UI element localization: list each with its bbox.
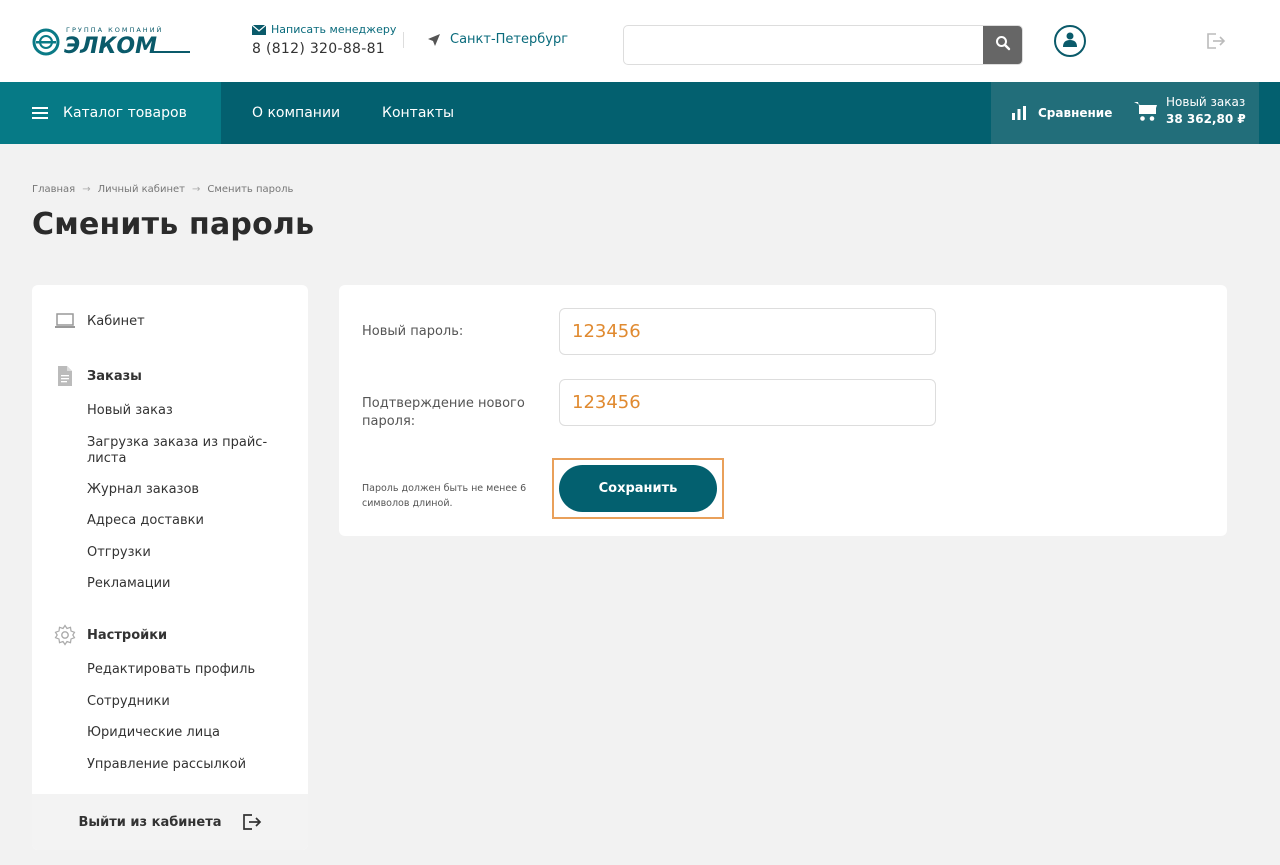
page-title: Сменить пароль [32, 207, 315, 242]
search-button[interactable] [983, 26, 1022, 64]
sidebar-section-settings[interactable]: Настройки [54, 624, 167, 646]
city-selector[interactable]: Санкт-Петербург [427, 32, 568, 47]
user-icon [1063, 32, 1077, 51]
header-divider [403, 32, 404, 48]
sidebar-section-label: Заказы [87, 368, 142, 384]
confirm-password-input[interactable] [559, 379, 936, 426]
search-input[interactable] [624, 26, 984, 64]
password-hint: Пароль должен быть не менее 6 символов д… [362, 483, 527, 509]
menu-icon [32, 106, 48, 120]
compare-label: Сравнение [1038, 106, 1113, 120]
sidebar-item-delivery-addresses[interactable]: Адреса доставки [87, 513, 287, 529]
mail-icon [251, 24, 267, 35]
location-arrow-icon [427, 33, 441, 47]
catalog-label: Каталог товаров [63, 105, 187, 121]
search-icon [995, 35, 1011, 55]
sidebar-section-label: Настройки [87, 627, 168, 643]
cart-sum: 38 362,80 ₽ [1166, 112, 1246, 126]
breadcrumb-current: Сменить пароль [207, 184, 294, 195]
write-manager-link[interactable]: Написать менеджеру [251, 23, 397, 36]
gear-icon [54, 624, 76, 646]
sidebar-item-mailing[interactable]: Управление рассылкой [87, 757, 287, 773]
sidebar-item-price-upload[interactable]: Загрузка заказа из прайс-листа [87, 435, 287, 467]
logout-button[interactable]: Выйти из кабинета [32, 794, 308, 850]
confirm-password-label: Подтверждение нового пароля: [362, 396, 525, 429]
breadcrumb-home[interactable]: Главная [32, 184, 75, 195]
compare-cart-block: Сравнение Новый заказ 38 362,80 ₽ [991, 82, 1259, 144]
cart-button[interactable]: Новый заказ 38 362,80 ₽ [1134, 94, 1246, 128]
sidebar-item-shipments[interactable]: Отгрузки [87, 545, 287, 561]
svg-text:ЭЛКОМ: ЭЛКОМ [64, 34, 157, 58]
sidebar-item-employees[interactable]: Сотрудники [87, 694, 287, 710]
sidebar-section-orders[interactable]: Заказы [54, 365, 142, 387]
change-password-form: Новый пароль: Подтверждение нового парол… [339, 285, 1227, 536]
svg-text:ГРУППА КОМПАНИЙ: ГРУППА КОМПАНИЙ [66, 25, 163, 34]
laptop-icon [54, 310, 76, 332]
sidebar-item-claims[interactable]: Рекламации [87, 576, 287, 592]
catalog-menu-button[interactable]: Каталог товаров [0, 82, 221, 144]
new-password-input[interactable] [559, 308, 936, 355]
save-button-highlight: Сохранить [552, 458, 724, 519]
logo[interactable]: ГРУППА КОМПАНИЙ ЭЛКОМ [32, 22, 192, 58]
sidebar-item-cabinet[interactable]: Кабинет [54, 310, 145, 332]
cart-icon [1134, 100, 1158, 122]
sidebar-item-edit-profile[interactable]: Редактировать профиль [87, 662, 287, 678]
nav-about[interactable]: О компании [252, 82, 340, 144]
main-nav: Каталог товаров О компании Контакты Срав… [0, 82, 1280, 144]
sidebar-item-order-log[interactable]: Журнал заказов [87, 482, 287, 498]
nav-contacts[interactable]: Контакты [382, 82, 454, 144]
top-header: ГРУППА КОМПАНИЙ ЭЛКОМ Написать менеджеру… [0, 0, 1280, 82]
breadcrumb-separator: → [82, 184, 91, 195]
breadcrumb: Главная → Личный кабинет → Сменить парол… [32, 184, 293, 195]
sidebar-item-new-order[interactable]: Новый заказ [87, 403, 287, 419]
new-password-label: Новый пароль: [362, 324, 464, 339]
breadcrumb-cabinet[interactable]: Личный кабинет [98, 184, 185, 195]
logout-icon-button[interactable] [1206, 32, 1226, 50]
search-box [623, 25, 1023, 65]
sidebar-item-label: Кабинет [87, 313, 145, 329]
sidebar: Кабинет Заказы Новый заказ Загрузка зака… [32, 285, 308, 850]
user-profile-button[interactable] [1054, 25, 1086, 57]
city-label: Санкт-Петербург [450, 32, 569, 47]
cart-label: Новый заказ [1166, 95, 1246, 109]
document-icon [54, 365, 76, 387]
logout-icon [1206, 33, 1226, 54]
sidebar-item-legal-entities[interactable]: Юридические лица [87, 725, 287, 741]
bar-chart-icon [1011, 106, 1027, 120]
logout-label: Выйти из кабинета [78, 814, 222, 830]
write-manager-label: Написать менеджеру [271, 23, 397, 36]
compare-button[interactable]: Сравнение [1011, 82, 1112, 144]
breadcrumb-separator: → [191, 184, 201, 195]
logout-icon [242, 813, 262, 831]
phone-number[interactable]: 8 (812) 320-88-81 [252, 41, 396, 57]
save-button[interactable]: Сохранить [559, 465, 717, 512]
